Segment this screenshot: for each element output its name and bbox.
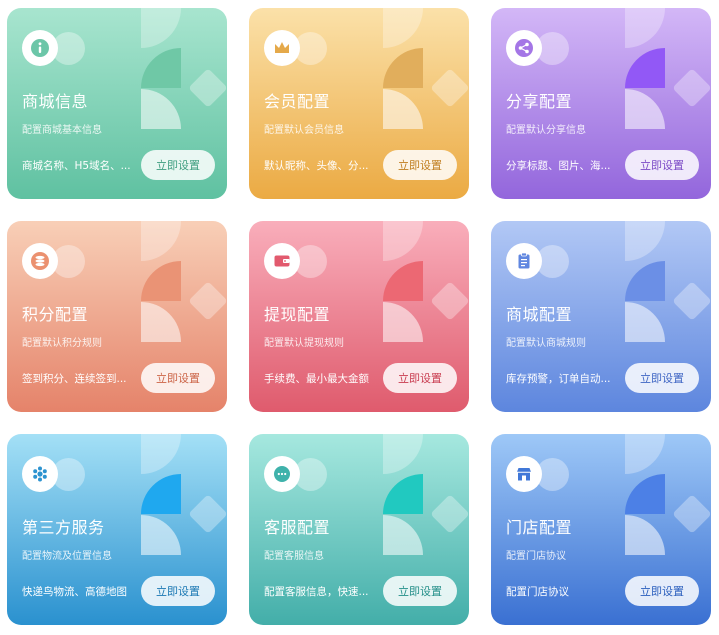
crown-icon — [264, 30, 300, 66]
wallet-icon — [264, 243, 300, 279]
card-title: 门店配置 — [506, 518, 573, 537]
card-description: 快递鸟物流、高德地图 — [22, 586, 127, 598]
share-icon — [506, 30, 542, 66]
setup-now-button[interactable]: 立即设置 — [625, 150, 699, 180]
card-description: 商城名称、H5域名、... — [22, 160, 131, 172]
card-description: 默认昵称、头像、分... — [264, 160, 369, 172]
info-icon — [22, 30, 58, 66]
card-withdraw-config[interactable]: 提现配置 配置默认提现规则 手续费、最小最大金额 立即设置 — [249, 221, 469, 412]
card-title: 客服配置 — [264, 518, 331, 537]
card-description: 分享标题、图片、海... — [506, 160, 611, 172]
store-icon — [506, 456, 542, 492]
snowflake-icon — [22, 456, 58, 492]
setup-now-button[interactable]: 立即设置 — [383, 363, 457, 393]
card-share-config[interactable]: 分享配置 配置默认分享信息 分享标题、图片、海... 立即设置 — [491, 8, 711, 199]
card-subtitle: 配置默认会员信息 — [264, 125, 344, 136]
card-title: 分享配置 — [506, 92, 573, 111]
coins-icon — [22, 243, 58, 279]
card-subtitle: 配置默认提现规则 — [264, 338, 344, 349]
card-subtitle: 配置默认分享信息 — [506, 125, 586, 136]
card-description: 签到积分、连续签到... — [22, 373, 127, 385]
card-title: 商城信息 — [22, 92, 89, 111]
card-subtitle: 配置默认积分规则 — [22, 338, 102, 349]
card-description: 手续费、最小最大金额 — [264, 373, 369, 385]
setup-now-button[interactable]: 立即设置 — [383, 576, 457, 606]
card-title: 第三方服务 — [22, 518, 105, 537]
card-description: 配置门店协议 — [506, 586, 569, 598]
setup-now-button[interactable]: 立即设置 — [625, 363, 699, 393]
card-customer-service-config[interactable]: 客服配置 配置客服信息 配置客服信息，快速... 立即设置 — [249, 434, 469, 625]
setup-now-button[interactable]: 立即设置 — [383, 150, 457, 180]
card-mall-info[interactable]: 商城信息 配置商城基本信息 商城名称、H5域名、... 立即设置 — [7, 8, 227, 199]
setup-now-button[interactable]: 立即设置 — [141, 363, 215, 393]
card-title: 积分配置 — [22, 305, 89, 324]
card-subtitle: 配置门店协议 — [506, 551, 566, 562]
card-description: 配置客服信息，快速... — [264, 586, 369, 598]
chat-icon — [264, 456, 300, 492]
card-description: 库存预警，订单自动... — [506, 373, 611, 385]
card-mall-config[interactable]: 商城配置 配置默认商城规则 库存预警，订单自动... 立即设置 — [491, 221, 711, 412]
setup-now-button[interactable]: 立即设置 — [141, 576, 215, 606]
setup-now-button[interactable]: 立即设置 — [625, 576, 699, 606]
card-points-config[interactable]: 积分配置 配置默认积分规则 签到积分、连续签到... 立即设置 — [7, 221, 227, 412]
card-subtitle: 配置物流及位置信息 — [22, 551, 112, 562]
card-title: 提现配置 — [264, 305, 331, 324]
card-subtitle: 配置客服信息 — [264, 551, 324, 562]
card-subtitle: 配置默认商城规则 — [506, 338, 586, 349]
card-member-config[interactable]: 会员配置 配置默认会员信息 默认昵称、头像、分... 立即设置 — [249, 8, 469, 199]
card-store-config[interactable]: 门店配置 配置门店协议 配置门店协议 立即设置 — [491, 434, 711, 625]
card-subtitle: 配置商城基本信息 — [22, 125, 102, 136]
card-title: 会员配置 — [264, 92, 331, 111]
card-title: 商城配置 — [506, 305, 573, 324]
card-third-party-service[interactable]: 第三方服务 配置物流及位置信息 快递鸟物流、高德地图 立即设置 — [7, 434, 227, 625]
setup-now-button[interactable]: 立即设置 — [141, 150, 215, 180]
clipboard-icon — [506, 243, 542, 279]
